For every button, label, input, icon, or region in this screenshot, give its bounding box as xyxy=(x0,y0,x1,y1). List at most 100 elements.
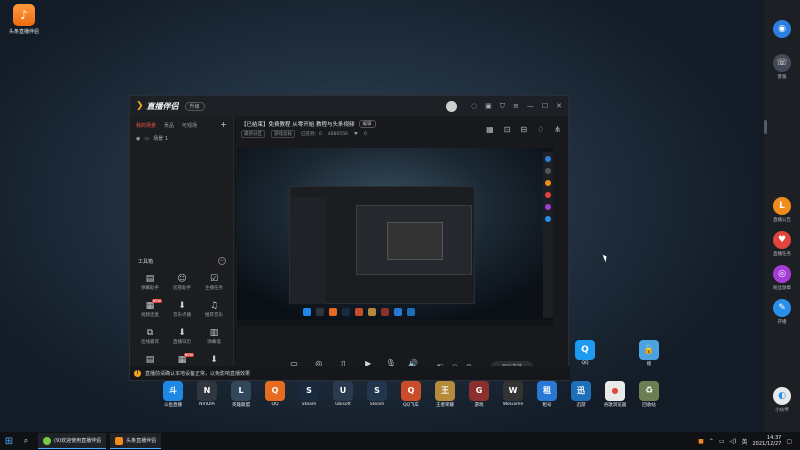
tool-music-request[interactable]: ⬇ 音乐点播 xyxy=(166,301,198,318)
share-icon[interactable]: ⋔ xyxy=(554,125,561,134)
tool-guest-link[interactable]: ⧉ 连线嘉宾 xyxy=(134,328,166,345)
system-tray: ■ ⌃ ▭ ◁) 英 14:37 2021/12/27 ▢ xyxy=(698,435,800,447)
volume-icon[interactable]: ◁) xyxy=(730,438,737,445)
tab-scenes[interactable]: 我的场景 xyxy=(136,122,156,129)
taskbar-item-live-companion[interactable]: 头条直播伴侣 xyxy=(110,433,162,449)
meta-category[interactable]: 最新分区 xyxy=(241,130,265,138)
tool-danmu-wall[interactable]: ▥ 弹幕墙 xyxy=(198,328,230,345)
sidebar-item-friends[interactable]: ◐ 小伙伴 xyxy=(764,387,800,413)
desktop-app-lock[interactable]: 🔒 锁 xyxy=(634,340,664,367)
tab-viewers[interactable]: 可观场 xyxy=(182,122,197,129)
add-scene-icon[interactable]: + xyxy=(220,121,227,129)
tool-label: 房管助手 xyxy=(173,286,191,291)
desktop-app-honor-of-kings[interactable]: 王王者荣耀 xyxy=(432,381,458,408)
tool-extra-1[interactable]: ▤ xyxy=(134,355,166,366)
sidebar-label: 直播任务 xyxy=(773,252,791,257)
live-preview[interactable] xyxy=(237,148,553,326)
app-label: Ubisoft xyxy=(335,402,351,407)
tool-label: 直播日历 xyxy=(173,340,191,345)
desktop-app-qq[interactable]: Q QQ xyxy=(262,381,288,408)
lock-icon[interactable]: ⊟ xyxy=(520,125,527,134)
desktop-app-qq-speed[interactable]: Q QQ飞车 xyxy=(398,381,424,408)
desktop-app-xunyou[interactable]: 迅迅游 xyxy=(568,381,594,408)
desktop-app-wegame[interactable]: W WeGame xyxy=(500,381,526,408)
menu-icon[interactable]: ≡ xyxy=(513,102,519,110)
app-label: QQ xyxy=(581,361,589,366)
download-icon: ⬇ xyxy=(210,355,218,365)
tab-tribute[interactable]: 贡品 xyxy=(164,122,174,129)
video-icon: ▦ xyxy=(145,301,155,311)
maximize-icon[interactable]: ☐ xyxy=(542,102,548,110)
nvidia-icon: N xyxy=(197,381,217,401)
tool-video-link[interactable]: NEW ▦ 视频连麦 xyxy=(134,299,166,318)
layout-icon[interactable]: ▦ xyxy=(486,125,494,134)
app-label: WeGame xyxy=(502,402,524,407)
desktop-shortcut-live-companion[interactable]: ♪ 头条直播伴侣 xyxy=(4,4,44,35)
upgrade-button[interactable]: 升级 xyxy=(184,101,205,111)
live-companion-icon: ♪ xyxy=(13,4,35,26)
desktop-app-chrome[interactable]: ● 谷歌浏览器 xyxy=(602,381,628,408)
record-icon[interactable]: ⊡ xyxy=(504,125,511,134)
meta-likes: 0 xyxy=(363,131,367,137)
tool-extra-2[interactable]: NEW ▦ xyxy=(166,353,198,366)
sidebar-item-start[interactable]: ✎ 开播 xyxy=(764,299,800,325)
desktop-app-ubisoft[interactable]: U Ubisoft xyxy=(330,381,356,408)
toolbox-collapse-icon[interactable]: − xyxy=(218,257,226,265)
sidebar-item-tasks[interactable]: ♥ 直播任务 xyxy=(764,231,800,257)
desktop-app-steam-2[interactable]: S Steam xyxy=(364,381,390,408)
scene-item[interactable]: ◉ ▭ 场景 1 xyxy=(130,129,233,148)
desktop-recycle-bin[interactable]: ♻ 回收站 xyxy=(634,381,664,408)
tray-expand-icon[interactable]: ⌃ xyxy=(709,438,714,445)
desktop-app-lol[interactable]: L 英雄联盟 xyxy=(228,381,254,408)
app-label: 游戏 xyxy=(474,403,484,408)
shirt-icon[interactable]: ⛉ xyxy=(500,102,505,111)
tool-label: 音乐点播 xyxy=(173,313,191,318)
sidebar-item-support[interactable]: ☏ 客服 xyxy=(764,54,800,80)
phone-icon: ☏ xyxy=(773,54,791,72)
message-icon[interactable]: ◌ xyxy=(471,102,477,110)
bell-icon[interactable]: ♢ xyxy=(537,125,544,134)
tool-recommend-music[interactable]: ♫ 推荐音乐 xyxy=(198,301,230,318)
minimize-icon[interactable]: — xyxy=(527,102,534,110)
tool-danmu-assistant[interactable]: ▤ 弹幕助手 xyxy=(134,274,166,291)
hok-icon: 王 xyxy=(435,381,455,401)
tool-streamer-tasks[interactable]: ☑ 主播任务 xyxy=(198,274,230,291)
tool-room-manager[interactable]: ☺ 房管助手 xyxy=(166,274,198,291)
tool-live-calendar[interactable]: ⬇ 直播日历 xyxy=(166,328,198,345)
desktop-app-steam[interactable]: S Steam xyxy=(296,381,322,408)
desktop-app-rent[interactable]: 租租号 xyxy=(534,381,560,408)
close-icon[interactable]: ✕ xyxy=(556,102,562,110)
clock[interactable]: 14:37 2021/12/27 xyxy=(753,435,782,447)
user-avatar[interactable] xyxy=(445,100,457,112)
home-icon: ◉ xyxy=(773,20,791,38)
rent-icon: 租 xyxy=(537,381,557,401)
sidebar-handle[interactable] xyxy=(764,120,767,134)
search-icon[interactable]: ⌕ xyxy=(18,436,34,446)
desktop-shortcut-label: 头条直播伴侣 xyxy=(8,29,39,35)
sidebar-item-announcement[interactable]: L 直播公告 xyxy=(764,197,800,223)
windows-start-icon[interactable]: ⊞ xyxy=(0,436,18,447)
taskbar: ⊞ ⌕ (9)欢迎使用直播伴侣 头条直播伴侣 ■ ⌃ ▭ ◁) 英 14:37 … xyxy=(0,432,800,450)
meta-subcategory[interactable]: 游戏竞技 xyxy=(271,130,295,138)
edit-title-button[interactable]: 编辑 xyxy=(358,120,376,128)
ime-indicator[interactable]: 英 xyxy=(741,437,747,446)
app-label: 迅游 xyxy=(576,403,586,408)
sidebar-item-home[interactable]: ◉ xyxy=(764,20,800,38)
eye-icon[interactable]: ◉ xyxy=(136,136,140,142)
desktop-app-douyu[interactable]: 斗斗鱼直播 xyxy=(160,381,186,408)
right-sidebar: ◉ ☏ 客服 L 直播公告 ♥ 直播任务 ◎ 粉丝勋章 ✎ 开播 ◐ 小伙伴 xyxy=(764,0,800,432)
main-area: 【已结束】免费教程 从零开始 教程与头条视频 编辑 最新分区 游戏竞技 已签到：… xyxy=(235,116,569,380)
desktop-app-nvidia[interactable]: N NVIDIA xyxy=(194,381,220,408)
tray-app-icon[interactable]: ■ xyxy=(698,438,704,445)
sidebar-item-badge[interactable]: ◎ 粉丝勋章 xyxy=(764,265,800,291)
network-icon[interactable]: ▭ xyxy=(719,438,725,445)
steam-icon: S xyxy=(299,381,319,401)
notification-icon[interactable]: ▢ xyxy=(786,438,792,445)
taskbar-item-browser[interactable]: (9)欢迎使用直播伴侣 xyxy=(38,433,107,449)
desktop-app-game[interactable]: G 游戏 xyxy=(466,381,492,408)
meta-room-id: 4880556 xyxy=(327,131,348,137)
mouse-cursor xyxy=(602,253,609,263)
tool-extra-3[interactable]: ⬇ xyxy=(198,355,230,366)
desktop-app-qq-right[interactable]: Q QQ xyxy=(570,340,600,366)
gift-icon[interactable]: ▣ xyxy=(485,102,492,110)
